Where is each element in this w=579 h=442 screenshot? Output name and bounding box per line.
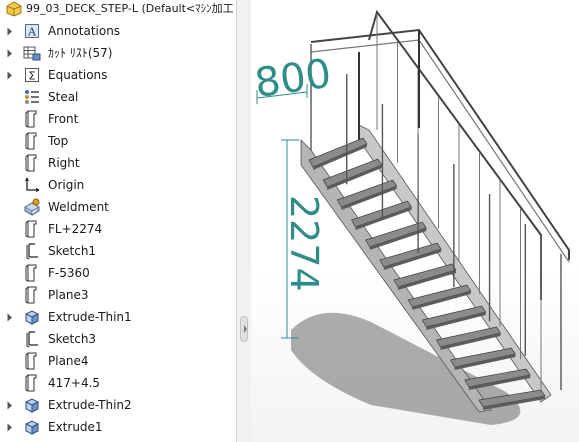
expand-arrow-icon[interactable] <box>6 312 14 322</box>
tree-item-label: Right <box>48 156 80 170</box>
tree-item-label: Annotations <box>48 24 121 38</box>
tree-item-label: Extrude1 <box>48 420 103 434</box>
cut-list-icon <box>22 43 42 63</box>
extrude-icon <box>22 307 42 327</box>
tree-item-sketch1[interactable]: Sketch1 <box>0 240 236 262</box>
tree-item-fl-2274[interactable]: FL+2274 <box>0 218 236 240</box>
tree-item-extrude1[interactable]: Extrude1 <box>0 416 236 438</box>
stair-tread <box>322 158 383 188</box>
tree-item-label: Extrude-Thin2 <box>48 398 132 412</box>
plane-icon <box>22 109 42 129</box>
svg-text:A: A <box>27 26 37 39</box>
part-icon <box>4 0 24 19</box>
extrude-icon <box>22 417 42 437</box>
tree-root-label: 99_03_DECK_STEP-L (Default<ﾏｼﾝ加工 <box>26 2 234 15</box>
expand-arrow-icon[interactable] <box>6 400 14 410</box>
tree-item-label: Sketch1 <box>48 244 97 258</box>
tree-item-label: Plane3 <box>48 288 89 302</box>
tree-item-right[interactable]: Right <box>0 152 236 174</box>
annotations-icon: A <box>22 21 42 41</box>
stair-model: 800 2274 <box>252 9 570 425</box>
dimension-height-label: 2274 <box>282 195 326 292</box>
tree-item-label: Weldment <box>48 200 109 214</box>
tree-item-front[interactable]: Front <box>0 108 236 130</box>
tree-item-label: Front <box>48 112 79 126</box>
plane-icon <box>22 153 42 173</box>
dimension-width-label: 800 <box>252 51 334 107</box>
tree-item-label: 417+4.5 <box>48 376 101 390</box>
tree-item-417-4-5[interactable]: 417+4.5 <box>0 372 236 394</box>
tree-item-label: Plane4 <box>48 354 89 368</box>
tree-item-steal[interactable]: Steal <box>0 86 236 108</box>
expand-arrow-icon[interactable] <box>6 70 14 80</box>
tree-item-label: Extrude-Thin1 <box>48 310 132 324</box>
tree-item-label: F-5360 <box>48 266 90 280</box>
plane-icon <box>22 351 42 371</box>
plane-icon <box>22 373 42 393</box>
weldment-icon <box>22 197 42 217</box>
collapse-panel-handle[interactable] <box>240 316 248 342</box>
tree-item-plane3[interactable]: Plane3 <box>0 284 236 306</box>
tree-item-label: Top <box>48 134 69 148</box>
equations-icon: Σ <box>22 65 42 85</box>
tree-item-plane4[interactable]: Plane4 <box>0 350 236 372</box>
tree-item-label: Equations <box>48 68 108 82</box>
sketch-icon <box>22 329 42 349</box>
plane-icon <box>22 285 42 305</box>
sketch-icon <box>22 241 42 261</box>
plane-icon <box>22 131 42 151</box>
svg-text:Σ: Σ <box>29 70 36 83</box>
graphics-viewport[interactable]: 800 2274 <box>251 0 579 442</box>
tree-root-part[interactable]: 99_03_DECK_STEP-L (Default<ﾏｼﾝ加工 <box>0 0 236 18</box>
tree-item-sketch3[interactable]: Sketch3 <box>0 328 236 350</box>
extrude-icon <box>22 395 42 415</box>
stair-tread <box>350 200 413 228</box>
tree-item-extrude-thin2[interactable]: Extrude-Thin2 <box>0 394 236 416</box>
tree-item-equations[interactable]: Σ Equations <box>0 64 236 86</box>
tree-item-label: ｶｯﾄ ﾘｽﾄ(57) <box>48 46 113 60</box>
tree-item-57[interactable]: ｶｯﾄ ﾘｽﾄ(57) <box>0 42 236 64</box>
stair-tread <box>365 221 427 248</box>
plane-icon <box>22 219 42 239</box>
feature-manager-tree: 99_03_DECK_STEP-L (Default<ﾏｼﾝ加工 A Annota… <box>0 0 236 442</box>
stair-tread <box>308 137 368 168</box>
tree-item-label: Steal <box>48 90 79 104</box>
panel-splitter[interactable] <box>236 0 251 442</box>
tree-item-top[interactable]: Top <box>0 130 236 152</box>
tree-item-label: Origin <box>48 178 85 192</box>
tree-item-annotations[interactable]: A Annotations <box>0 20 236 42</box>
stair-tread <box>379 242 442 268</box>
expand-arrow-icon[interactable] <box>6 26 14 36</box>
tree-item-f-5360[interactable]: F-5360 <box>0 262 236 284</box>
expand-arrow-icon[interactable] <box>6 48 14 58</box>
material-icon <box>22 87 42 107</box>
expand-arrow-icon[interactable] <box>6 422 14 432</box>
tree-item-weldment[interactable]: Weldment <box>0 196 236 218</box>
tree-item-label: FL+2274 <box>48 222 103 236</box>
tree-item-extrude-thin1[interactable]: Extrude-Thin1 <box>0 306 236 328</box>
origin-icon <box>22 175 42 195</box>
plane-icon <box>22 263 42 283</box>
tree-item-label: Sketch3 <box>48 332 97 346</box>
tree-item-origin[interactable]: Origin <box>0 174 236 196</box>
